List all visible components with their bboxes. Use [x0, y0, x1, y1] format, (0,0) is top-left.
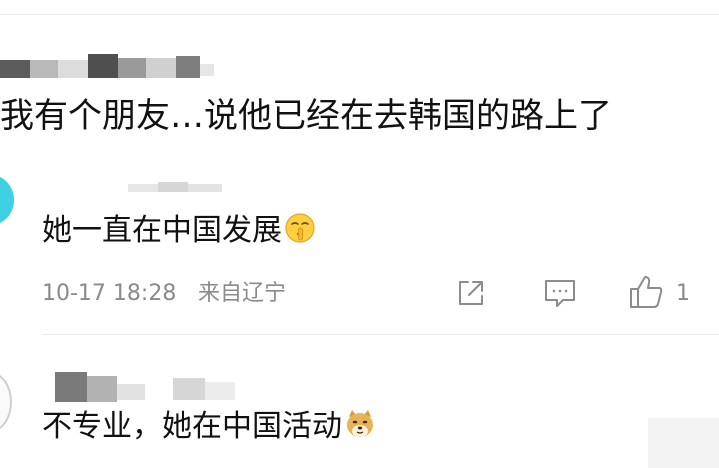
doge-emoji	[344, 408, 376, 440]
reply-text: 她一直在中国发展	[42, 209, 316, 253]
reply-blurred-username	[128, 180, 222, 194]
top-divider	[0, 14, 719, 15]
reply-text: 不专业，她在中国活动	[42, 405, 376, 449]
share-icon[interactable]	[455, 277, 487, 309]
reply-timestamp: 10-17 18:28	[42, 281, 177, 306]
reply-text-label: 不专业，她在中国活动	[42, 409, 342, 444]
blurred-patch	[648, 418, 719, 468]
avatar[interactable]	[0, 372, 12, 432]
reply-location: 来自辽宁	[198, 281, 287, 306]
comment-text: 我有个朋友…说他已经在去韩国的路上了	[0, 96, 612, 136]
shush-face-emoji	[284, 212, 316, 244]
avatar[interactable]	[0, 175, 14, 225]
comment-icon[interactable]	[543, 277, 577, 309]
reply-text-label: 她一直在中国发展	[42, 213, 282, 248]
reply-blurred-username	[55, 372, 235, 402]
reply-divider	[42, 334, 719, 335]
blurred-username	[0, 54, 215, 80]
like-count: 1	[676, 281, 690, 306]
thumbs-up-icon[interactable]	[628, 274, 664, 310]
